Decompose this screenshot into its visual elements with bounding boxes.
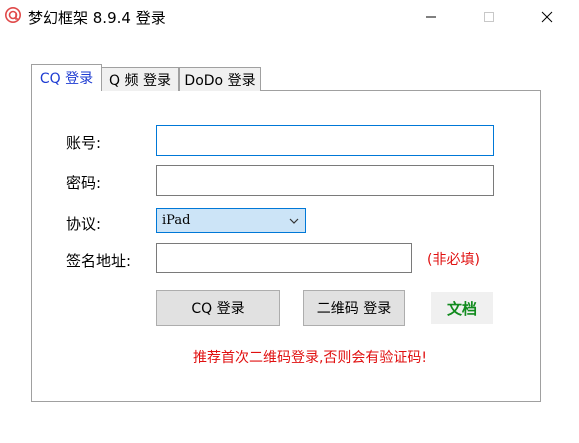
minimize-button[interactable] [408, 0, 454, 34]
minimize-icon [426, 16, 436, 18]
protocol-selected-value: iPad [162, 213, 191, 228]
cq-login-button[interactable]: CQ 登录 [156, 290, 280, 326]
tab-dodo-login[interactable]: DoDo 登录 [179, 67, 261, 91]
close-button[interactable] [524, 0, 570, 34]
password-field-box [156, 165, 494, 196]
sign-address-field-box [156, 243, 412, 273]
maximize-button[interactable] [466, 0, 512, 34]
docs-link[interactable]: 文档 [431, 292, 493, 324]
tab-cq-login[interactable]: CQ 登录 [31, 64, 102, 91]
maximize-icon [484, 12, 494, 22]
dropdown-arrow[interactable] [283, 209, 305, 232]
account-field-box [156, 125, 494, 156]
password-input[interactable] [157, 166, 493, 195]
window-title: 梦幻框架 8.9.4 登录 [28, 9, 166, 27]
chevron-down-icon [289, 218, 299, 224]
password-label: 密码: [66, 174, 102, 192]
protocol-label: 协议: [66, 215, 102, 233]
account-input[interactable] [157, 126, 493, 155]
qr-login-button[interactable]: 二维码 登录 [303, 290, 405, 326]
account-label: 账号: [66, 134, 102, 152]
warning-message: 推荐首次二维码登录,否则会有验证码! [192, 350, 428, 366]
title-bar: 梦幻框架 8.9.4 登录 [0, 0, 579, 34]
close-icon [541, 11, 553, 23]
app-window: 梦幻框架 8.9.4 登录 CQ 登录 Q 频 登录 DoDo 登录 账号: 密… [0, 0, 579, 443]
sign-address-label: 签名地址: [66, 252, 132, 270]
optional-hint: (非必填) [427, 252, 480, 268]
app-logo-icon [5, 7, 21, 23]
sign-address-input[interactable] [157, 244, 411, 272]
protocol-select[interactable]: iPad [156, 208, 306, 233]
tab-qchannel-login[interactable]: Q 频 登录 [101, 67, 179, 91]
